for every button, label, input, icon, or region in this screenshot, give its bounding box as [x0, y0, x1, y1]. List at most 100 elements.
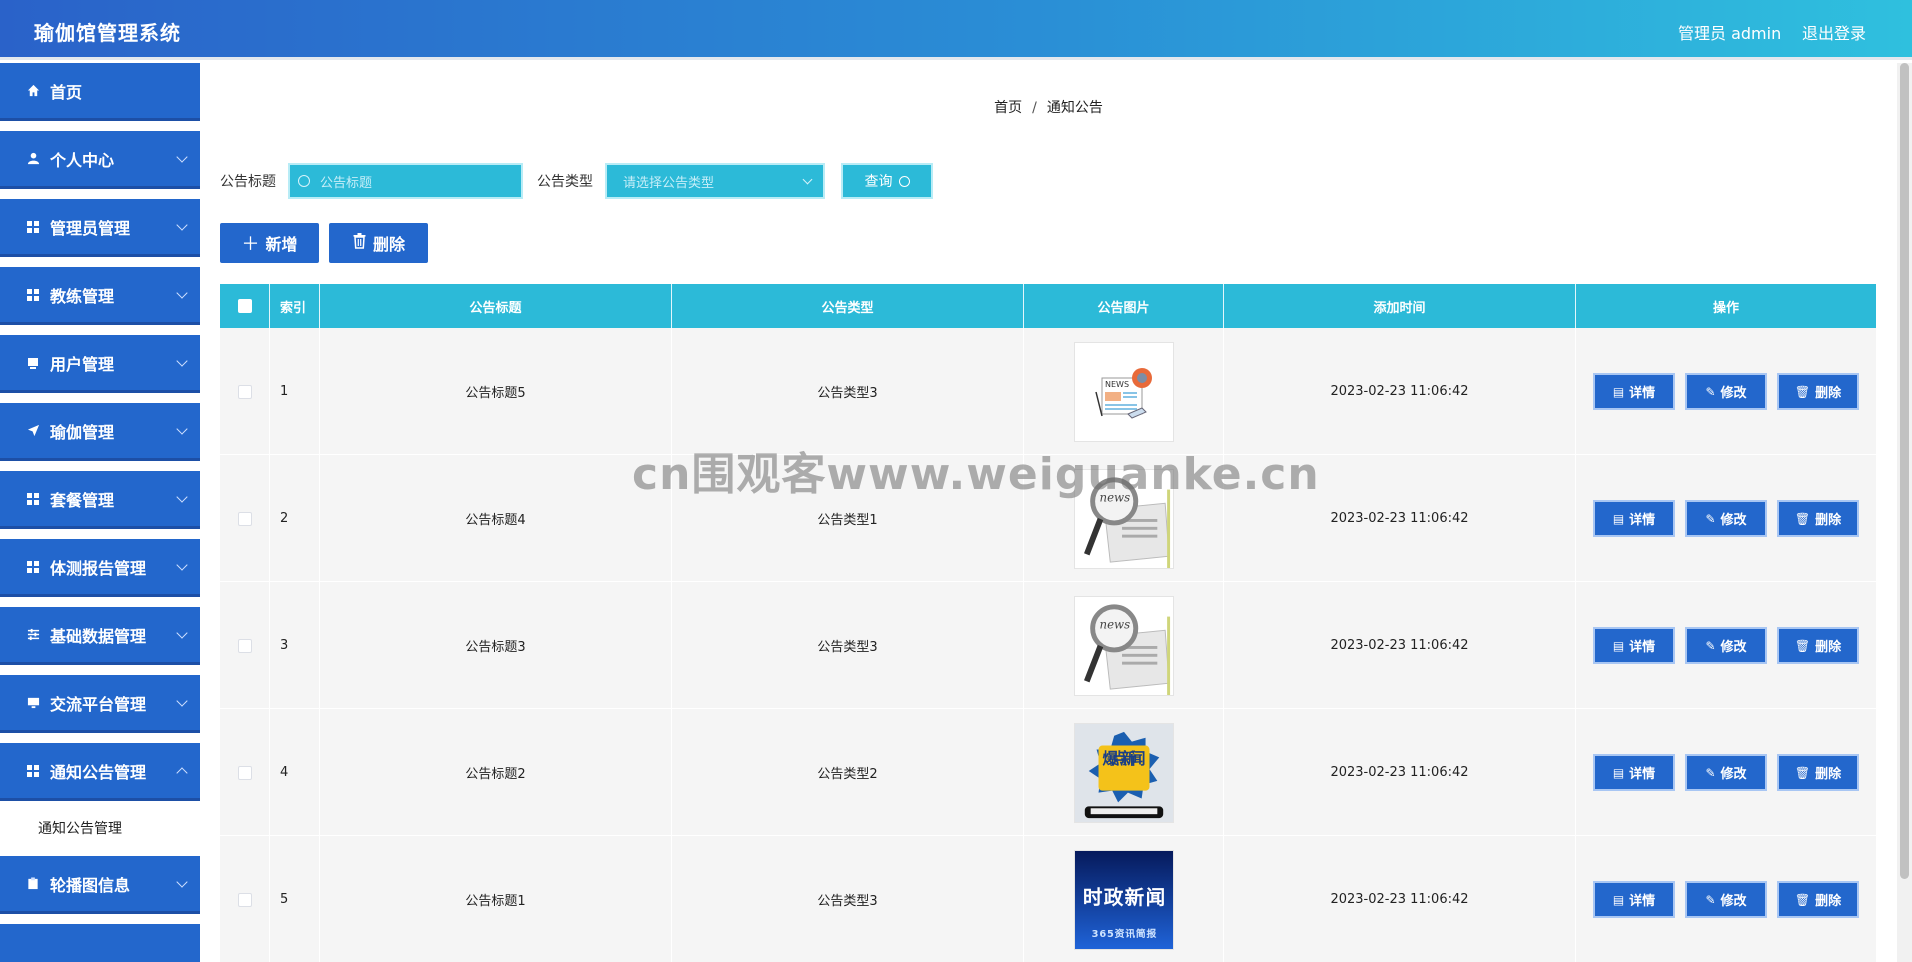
- news-magnifier-image[interactable]: news: [1073, 595, 1174, 696]
- bulk-delete-button[interactable]: 删除: [329, 223, 428, 263]
- sidebar-item-user-management[interactable]: 用户管理: [0, 335, 200, 393]
- main-content: 首页 / 通知公告 公告标题 公告标题 公告类型 请选择公告类型 查询 ＋ 新增 删…: [200, 63, 1897, 962]
- sidebar-item-basic-data-management[interactable]: 基础数据管理: [0, 607, 200, 665]
- search-icon: [298, 175, 310, 187]
- delete-button-label: 删除: [1815, 640, 1842, 655]
- clipboard-icon: [26, 877, 40, 891]
- detail-button[interactable]: ▤ 详情: [1593, 627, 1675, 664]
- edit-icon: ✎: [1705, 511, 1716, 526]
- trash-icon: 🗑: [1794, 892, 1811, 907]
- sidebar-item-coach-management[interactable]: 教练管理: [0, 267, 200, 325]
- sidebar: 首页 个人中心 管理员管理 教练管理 用户管理 瑜伽管理 套餐管理 体测报告管理…: [0, 63, 200, 962]
- operations-cell: ▤ 详情 ✎ 修改 🗑 删除: [1576, 328, 1876, 455]
- sidebar-item-yoga-management[interactable]: 瑜伽管理: [0, 403, 200, 461]
- row-checkbox[interactable]: [237, 892, 252, 907]
- breadcrumb-home[interactable]: 首页: [994, 100, 1022, 116]
- document-icon: ▤: [1612, 511, 1625, 526]
- chevron-down-icon: [176, 491, 188, 503]
- logout-link[interactable]: 退出登录: [1802, 20, 1866, 44]
- hot-news-text: 爆点新闻: [1102, 749, 1145, 768]
- detail-button[interactable]: ▤ 详情: [1593, 881, 1675, 918]
- grid-icon: [26, 764, 40, 778]
- grid-icon: [26, 560, 40, 574]
- time-cell: 2023-02-23 11:06:42: [1224, 328, 1576, 455]
- edit-button[interactable]: ✎ 修改: [1685, 881, 1767, 918]
- trash-icon: 🗑: [1794, 765, 1811, 780]
- edit-button[interactable]: ✎ 修改: [1685, 500, 1767, 537]
- title-cell: 公告标题2: [320, 709, 672, 836]
- send-icon: [26, 424, 40, 438]
- type-cell: 公告类型3: [672, 836, 1024, 962]
- sidebar-item-package-management[interactable]: 套餐管理: [0, 471, 200, 529]
- sidebar-item-admin-management[interactable]: 管理员管理: [0, 199, 200, 257]
- document-icon: ▤: [1612, 765, 1625, 780]
- row-checkbox[interactable]: [237, 511, 252, 526]
- politics-news-text: 时政新闻: [1082, 885, 1164, 908]
- edit-button[interactable]: ✎ 修改: [1685, 373, 1767, 410]
- sidebar-item-body-test-management[interactable]: 体测报告管理: [0, 539, 200, 597]
- row-checkbox[interactable]: [237, 384, 252, 399]
- hot-news-image[interactable]: 爆点新闻: [1073, 722, 1174, 823]
- time-cell: 2023-02-23 11:06:42: [1224, 836, 1576, 962]
- news-illustration-image[interactable]: NEWS: [1073, 341, 1174, 442]
- sidebar-item-label: 套餐管理: [50, 490, 115, 510]
- row-checkbox-cell: [220, 709, 270, 836]
- chevron-down-icon: [176, 423, 188, 435]
- breadcrumb: 首页 / 通知公告: [200, 97, 1897, 117]
- column-header-time: 添加时间: [1224, 284, 1576, 328]
- edit-button[interactable]: ✎ 修改: [1685, 754, 1767, 791]
- query-button[interactable]: 查询: [841, 163, 933, 199]
- edit-icon: ✎: [1705, 765, 1716, 780]
- column-header-image: 公告图片: [1024, 284, 1224, 328]
- type-select[interactable]: 请选择公告类型: [605, 163, 825, 199]
- trash-icon: 🗑: [1794, 384, 1811, 399]
- add-button[interactable]: ＋ 新增: [220, 223, 319, 263]
- sidebar-item-label: 体测报告管理: [50, 558, 147, 578]
- grid-icon: [26, 492, 40, 506]
- sidebar-item-home[interactable]: 首页: [0, 63, 200, 121]
- sidebar-item-forum-management[interactable]: 交流平台管理: [0, 675, 200, 733]
- app-title: 瑜伽馆管理系统: [34, 21, 181, 45]
- submenu-item-notice-management[interactable]: 通知公告管理: [0, 807, 200, 851]
- table-row: 3 公告标题3 公告类型3 news 2023-02-23 11:06:42 ▤…: [220, 582, 1876, 709]
- detail-button[interactable]: ▤ 详情: [1593, 754, 1675, 791]
- trash-icon: 🗑: [1794, 638, 1811, 653]
- time-cell: 2023-02-23 11:06:42: [1224, 582, 1576, 709]
- edit-button-label: 修改: [1720, 513, 1747, 528]
- edit-icon: ✎: [1705, 892, 1716, 907]
- row-checkbox[interactable]: [237, 638, 252, 653]
- chevron-down-icon: [176, 559, 188, 571]
- chevron-down-icon: [176, 287, 188, 299]
- sidebar-item-more[interactable]: [0, 924, 200, 962]
- scrollbar-thumb[interactable]: [1900, 63, 1909, 879]
- detail-button[interactable]: ▤ 详情: [1593, 373, 1675, 410]
- index-cell: 1: [270, 328, 320, 455]
- sliders-icon: [26, 628, 40, 642]
- row-checkbox-cell: [220, 455, 270, 582]
- delete-button[interactable]: 🗑 删除: [1777, 881, 1859, 918]
- home-icon: [26, 84, 40, 98]
- select-all-checkbox[interactable]: [237, 299, 252, 313]
- top-header: 瑜伽馆管理系统 管理员 admin 退出登录: [0, 0, 1912, 60]
- chevron-down-icon: [802, 174, 813, 185]
- sidebar-item-banner-info[interactable]: 轮播图信息: [0, 856, 200, 914]
- detail-button[interactable]: ▤ 详情: [1593, 500, 1675, 537]
- current-user: 管理员 admin: [1678, 24, 1782, 43]
- document-icon: ▤: [1612, 384, 1625, 399]
- edit-button[interactable]: ✎ 修改: [1685, 627, 1767, 664]
- detail-button-label: 详情: [1629, 767, 1656, 782]
- image-cell: news: [1024, 582, 1224, 709]
- delete-button[interactable]: 🗑 删除: [1777, 627, 1859, 664]
- delete-button[interactable]: 🗑 删除: [1777, 373, 1859, 410]
- delete-button[interactable]: 🗑 删除: [1777, 500, 1859, 537]
- delete-button-label: 删除: [1815, 386, 1842, 401]
- sidebar-item-label: 个人中心: [50, 150, 115, 170]
- edit-button-label: 修改: [1720, 640, 1747, 655]
- vertical-scrollbar[interactable]: [1897, 63, 1912, 962]
- sidebar-item-personal-center[interactable]: 个人中心: [0, 131, 200, 189]
- politics-news-image[interactable]: 时政新闻 365资讯简报: [1073, 849, 1174, 950]
- title-search-input[interactable]: 公告标题: [288, 163, 523, 199]
- row-checkbox[interactable]: [237, 765, 252, 780]
- delete-button[interactable]: 🗑 删除: [1777, 754, 1859, 791]
- sidebar-item-notice-management[interactable]: 通知公告管理: [0, 743, 200, 801]
